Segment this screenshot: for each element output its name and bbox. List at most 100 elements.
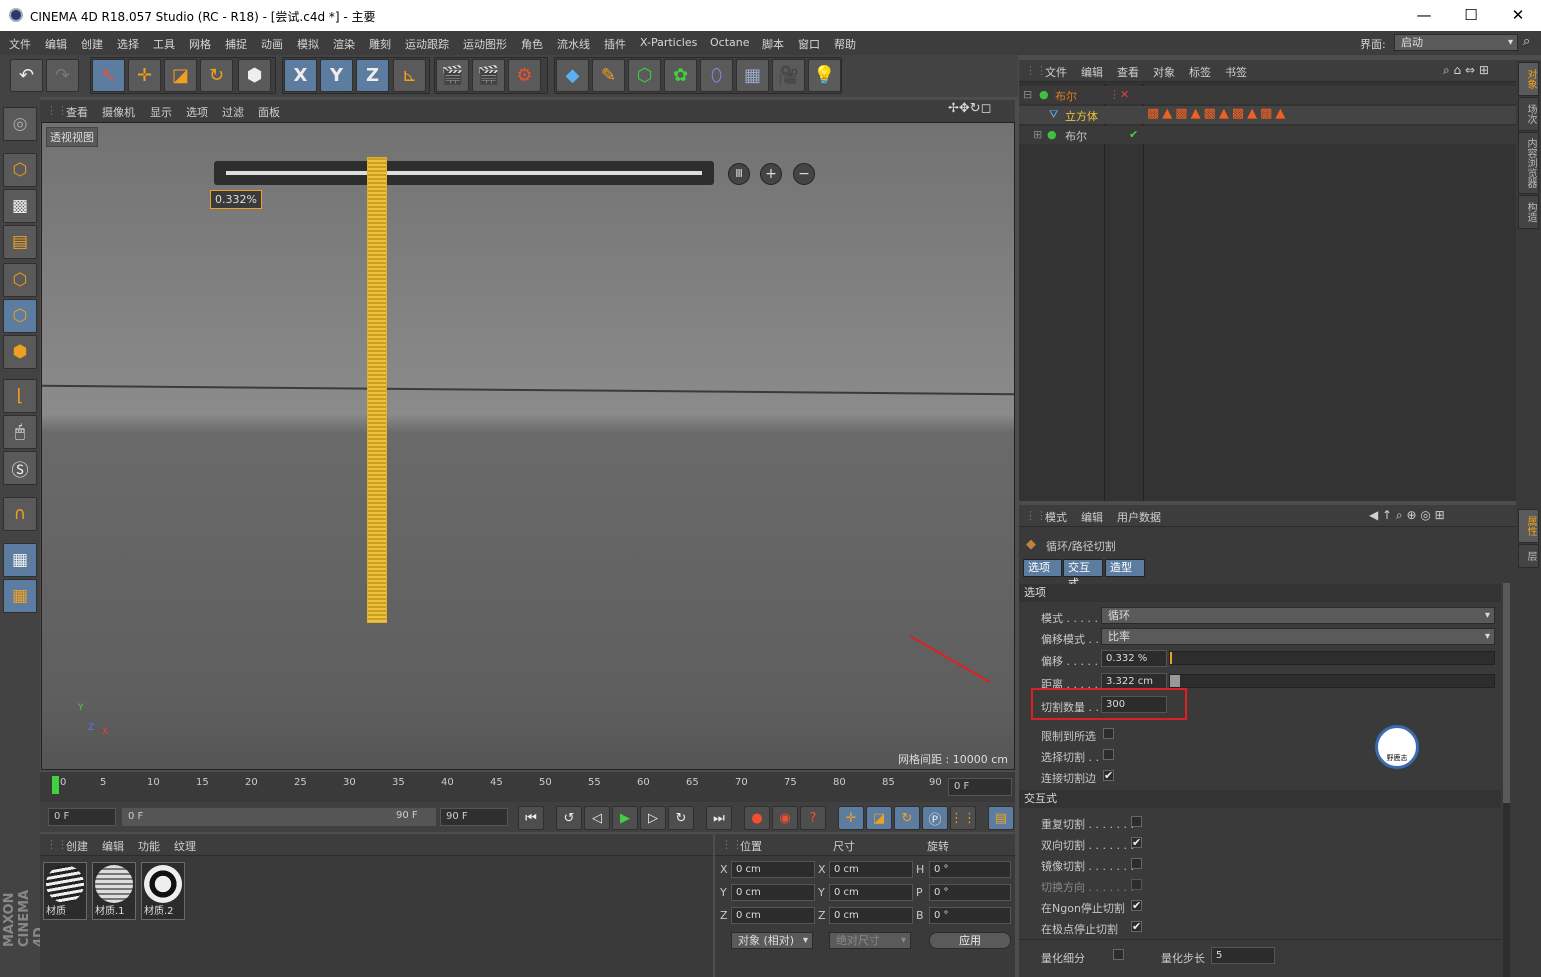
offset-field[interactable]: 0.332 % bbox=[1101, 650, 1167, 667]
light-icon[interactable]: 💡 bbox=[808, 59, 841, 92]
menu-mograph[interactable]: 运动图形 bbox=[463, 36, 507, 52]
undo-button[interactable]: ↶ bbox=[10, 59, 43, 92]
render-settings-icon[interactable]: ⚙ bbox=[508, 59, 541, 92]
attr-nav-icons[interactable]: ◀ ↑ ⌕ ⊕ ◎ ⊞ bbox=[1369, 508, 1445, 523]
menu-render[interactable]: 渲染 bbox=[333, 36, 355, 52]
position-x-field[interactable]: 0 cm bbox=[731, 861, 815, 878]
size-mode-dropdown[interactable]: 绝对尺寸 bbox=[829, 932, 911, 949]
tab-attributes[interactable]: 属性 bbox=[1518, 509, 1539, 543]
material-swatch[interactable]: 材质.1 bbox=[92, 862, 136, 920]
menu-window[interactable]: 窗口 bbox=[798, 36, 820, 52]
tab-objects[interactable]: 对象 bbox=[1518, 62, 1539, 96]
points-mode-icon[interactable]: ⬡ bbox=[3, 263, 37, 297]
select-tool-icon[interactable]: ↖ bbox=[92, 59, 125, 92]
vp-menu-filter[interactable]: 过滤 bbox=[222, 104, 244, 120]
move-tool-icon[interactable]: ✛ bbox=[128, 59, 161, 92]
menu-character[interactable]: 角色 bbox=[521, 36, 543, 52]
lock-workplane-icon[interactable]: ▦ bbox=[3, 543, 37, 577]
texture-mode-icon[interactable]: ▩ bbox=[3, 189, 37, 223]
menu-animate[interactable]: 动画 bbox=[261, 36, 283, 52]
disabled-check-icon[interactable]: ⋮✕ bbox=[1109, 88, 1129, 101]
attr-menu-mode[interactable]: 模式 bbox=[1045, 509, 1067, 525]
tags-icon[interactable]: ▩▲▩▲▩▲▩▲▩▲ bbox=[1147, 106, 1288, 121]
size-y-field[interactable]: 0 cm bbox=[829, 884, 913, 901]
redo-button[interactable]: ↷ bbox=[46, 59, 79, 92]
next-key-icon[interactable]: ↻ bbox=[668, 806, 694, 830]
obj-menu-view[interactable]: 查看 bbox=[1117, 64, 1139, 80]
timeline-ruler[interactable]: 0 5 10 15 20 25 30 35 40 45 50 55 60 65 … bbox=[40, 772, 1015, 802]
bidirectional-cut-checkbox[interactable]: ✔ bbox=[1131, 837, 1142, 848]
key-scale-icon[interactable]: ◪ bbox=[866, 806, 892, 830]
record-key-icon[interactable]: ● bbox=[744, 806, 770, 830]
pen-spline-icon[interactable]: ✎ bbox=[592, 59, 625, 92]
offset-slider[interactable] bbox=[1169, 651, 1495, 665]
enabled-check-icon[interactable]: ✔ bbox=[1129, 128, 1138, 141]
obj-menu-bookmarks[interactable]: 书签 bbox=[1225, 64, 1247, 80]
viewport-navigation-icon[interactable]: ✢✥↻◻ bbox=[948, 101, 991, 116]
menu-mesh[interactable]: 网格 bbox=[189, 36, 211, 52]
vp-menu-display[interactable]: 显示 bbox=[150, 104, 172, 120]
quantize-checkbox[interactable] bbox=[1113, 949, 1124, 960]
current-frame-field[interactable]: 0 F bbox=[948, 778, 1012, 796]
mat-menu-create[interactable]: 创建 bbox=[66, 838, 88, 854]
position-z-field[interactable]: 0 cm bbox=[731, 907, 815, 924]
tree-row[interactable]: ⊟ ● 布尔 ⋮✕ bbox=[1019, 86, 1516, 104]
minus-icon[interactable]: − bbox=[793, 163, 815, 185]
menu-sculpt[interactable]: 雕刻 bbox=[369, 36, 391, 52]
minimize-button[interactable]: — bbox=[1401, 0, 1447, 31]
menu-tools[interactable]: 工具 bbox=[153, 36, 175, 52]
coordinate-system-icon[interactable]: ⊾ bbox=[393, 59, 426, 92]
quantize-step-field[interactable]: 5 bbox=[1211, 947, 1275, 964]
perspective-viewport[interactable]: 透视视图 0.332% Ⅲ + − Y Z X 网格间距 : 10000 cm bbox=[41, 122, 1015, 770]
tab-takes[interactable]: 场次 bbox=[1518, 97, 1539, 131]
menu-plugins[interactable]: 插件 bbox=[604, 36, 626, 52]
key-parameter-icon[interactable]: Ⓟ bbox=[922, 806, 948, 830]
selected-cube-object[interactable] bbox=[367, 157, 387, 623]
tab-layers[interactable]: 层 bbox=[1518, 544, 1539, 568]
object-mode-icon[interactable]: ⬢ bbox=[238, 59, 271, 92]
z-axis-lock-button[interactable]: Z bbox=[356, 59, 389, 92]
obj-menu-file[interactable]: 文件 bbox=[1045, 64, 1067, 80]
key-pla-icon[interactable]: ⋮⋮ bbox=[950, 806, 976, 830]
render-picture-viewer-icon[interactable]: 🎬 bbox=[472, 59, 505, 92]
make-editable-icon[interactable]: ◎ bbox=[3, 107, 37, 141]
tab-structure[interactable]: 构造 bbox=[1518, 195, 1539, 229]
menu-file[interactable]: 文件 bbox=[9, 36, 31, 52]
prev-key-icon[interactable]: ↺ bbox=[556, 806, 582, 830]
position-y-field[interactable]: 0 cm bbox=[731, 884, 815, 901]
attr-menu-edit[interactable]: 编辑 bbox=[1081, 509, 1103, 525]
play-icon[interactable]: ▶ bbox=[612, 806, 638, 830]
cube-primitive-icon[interactable]: ◆ bbox=[556, 59, 589, 92]
key-selection-icon[interactable]: ? bbox=[800, 806, 826, 830]
menu-motion-tracking[interactable]: 运动跟踪 bbox=[405, 36, 449, 52]
layout-dropdown[interactable]: 启动 bbox=[1394, 34, 1518, 51]
apply-button[interactable]: 应用 bbox=[929, 932, 1011, 949]
scale-tool-icon[interactable]: ◪ bbox=[164, 59, 197, 92]
menu-script[interactable]: 脚本 bbox=[762, 36, 784, 52]
pause-icon[interactable]: Ⅲ bbox=[728, 163, 750, 185]
obj-menu-objects[interactable]: 对象 bbox=[1153, 64, 1175, 80]
next-frame-icon[interactable]: ▷ bbox=[640, 806, 666, 830]
magnet-icon[interactable]: ∩ bbox=[3, 497, 37, 531]
object-name[interactable]: 立方体 bbox=[1065, 108, 1098, 124]
prev-frame-icon[interactable]: ◁ bbox=[584, 806, 610, 830]
timeline-window-icon[interactable]: ▤ bbox=[988, 806, 1014, 830]
rotation-h-field[interactable]: 0 ° bbox=[929, 861, 1011, 878]
subdivision-surface-icon[interactable]: ⬡ bbox=[628, 59, 661, 92]
mat-menu-edit[interactable]: 编辑 bbox=[102, 838, 124, 854]
attr-menu-userdata[interactable]: 用户数据 bbox=[1117, 509, 1161, 525]
camera-icon[interactable]: 🎥 bbox=[772, 59, 805, 92]
go-to-start-icon[interactable]: ⏮ bbox=[518, 806, 544, 830]
model-mode-icon[interactable]: ⬡ bbox=[3, 153, 37, 187]
obj-menu-tags[interactable]: 标签 bbox=[1189, 64, 1211, 80]
object-name[interactable]: 布尔 bbox=[1065, 128, 1087, 144]
search-icon[interactable]: ⌕ bbox=[1523, 34, 1530, 49]
tab-options[interactable]: 选项 bbox=[1023, 559, 1062, 577]
end-frame-field[interactable]: 90 F bbox=[440, 808, 508, 826]
mode-dropdown[interactable]: 循环 bbox=[1101, 607, 1495, 624]
cuts-field[interactable]: 300 bbox=[1101, 696, 1167, 713]
vp-menu-view[interactable]: 查看 bbox=[66, 104, 88, 120]
polygons-mode-icon[interactable]: ⬢ bbox=[3, 335, 37, 369]
tab-shape[interactable]: 造型 bbox=[1105, 559, 1145, 577]
go-to-end-icon[interactable]: ⏭ bbox=[706, 806, 732, 830]
